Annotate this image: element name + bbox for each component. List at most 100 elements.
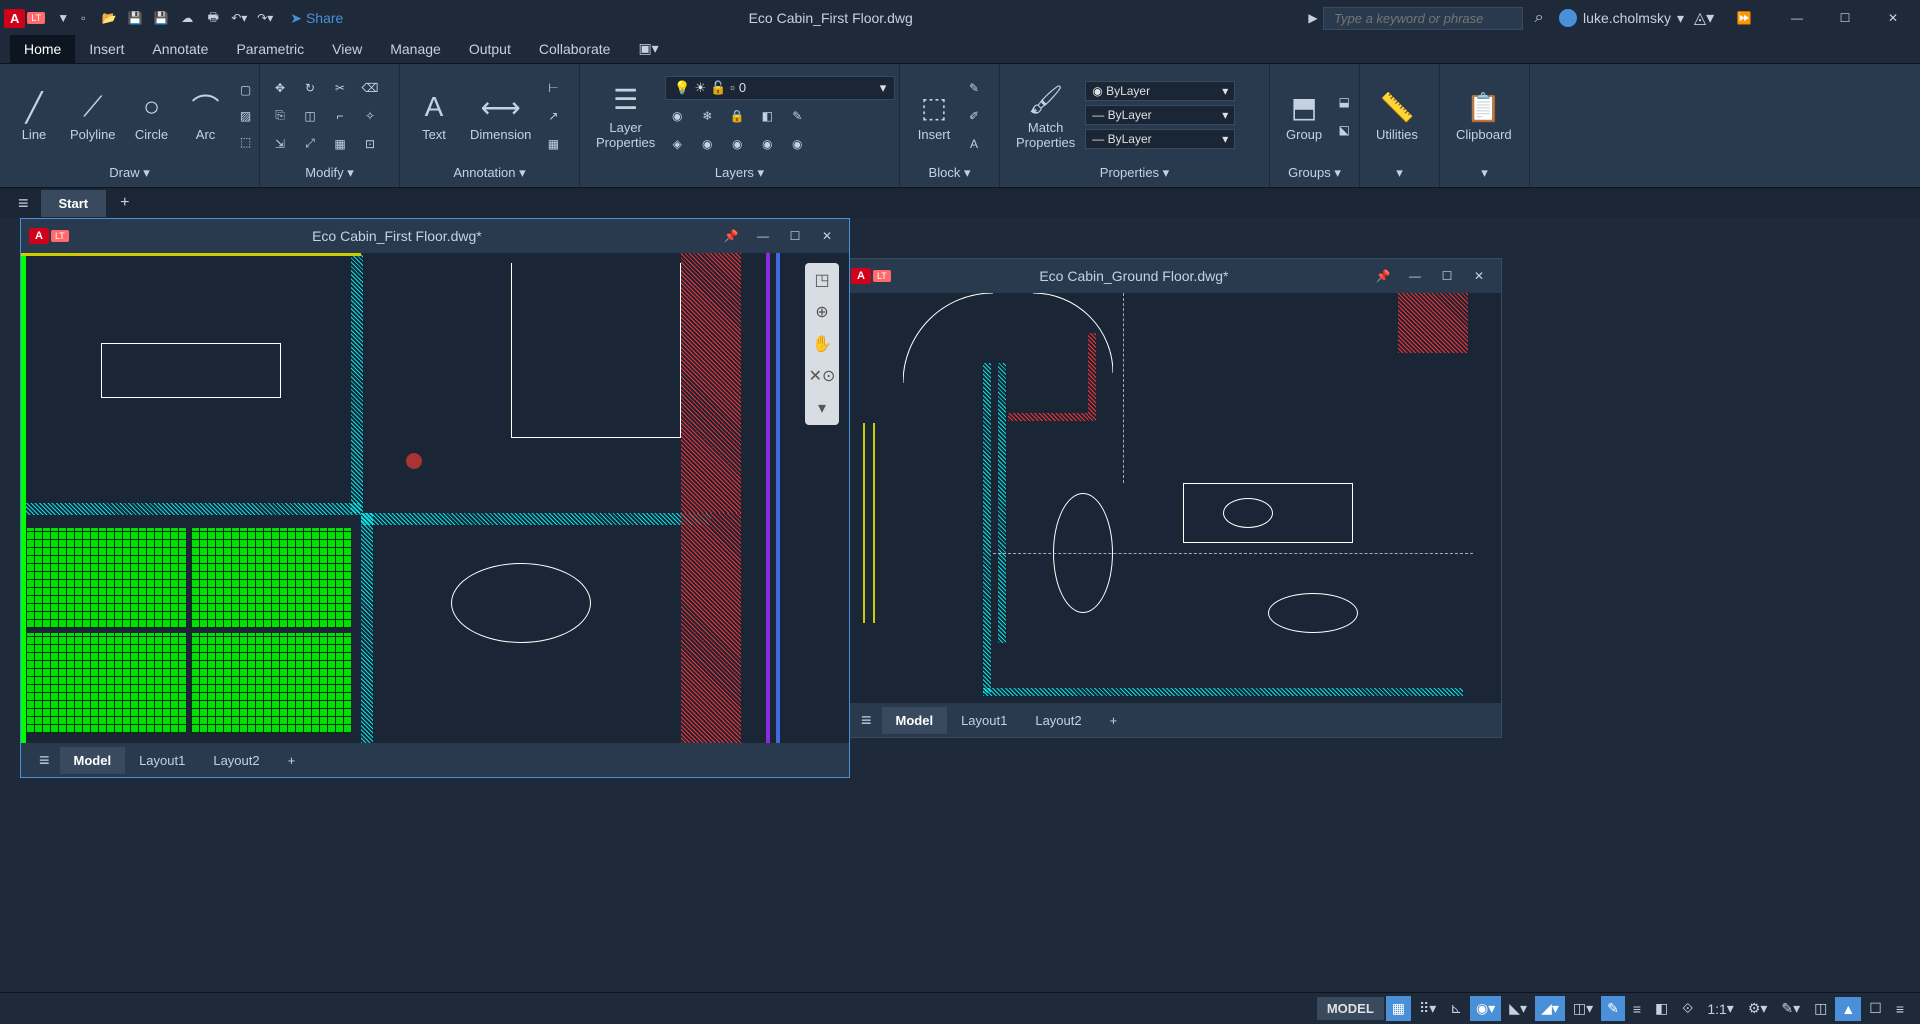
- minimize-icon[interactable]: —: [749, 222, 777, 250]
- customize-icon[interactable]: ≡: [1890, 997, 1910, 1021]
- open-icon[interactable]: 📂: [99, 8, 119, 28]
- rotate-icon[interactable]: ↻: [298, 76, 322, 100]
- color-selector[interactable]: ◉ ByLayer▾: [1085, 81, 1235, 101]
- close-icon[interactable]: ✕: [1465, 262, 1493, 290]
- minimize-icon[interactable]: —: [1401, 262, 1429, 290]
- pan-icon[interactable]: ✋: [809, 331, 835, 357]
- polar-icon[interactable]: ◉▾: [1470, 996, 1501, 1021]
- dyn-input-icon[interactable]: ✎: [1601, 996, 1625, 1021]
- quickprops-icon[interactable]: ◫: [1808, 996, 1833, 1021]
- layer-misc2-icon[interactable]: ◉: [785, 132, 809, 156]
- clean-screen-icon[interactable]: ☐: [1863, 996, 1888, 1021]
- hardware-accel-icon[interactable]: ▲: [1835, 997, 1861, 1021]
- dimension-button[interactable]: ⟷Dimension: [462, 85, 539, 146]
- window-ground-floor[interactable]: A LT Eco Cabin_Ground Floor.dwg* 📌 — ☐ ✕: [842, 258, 1502, 738]
- first-tab-model[interactable]: Model: [60, 747, 126, 774]
- first-tab-layout2[interactable]: Layout2: [199, 747, 273, 774]
- ground-tab-add[interactable]: +: [1096, 707, 1132, 734]
- layer-lock-icon[interactable]: 🔒: [725, 104, 749, 128]
- layer-match-icon[interactable]: ✎: [785, 104, 809, 128]
- model-space-toggle[interactable]: MODEL: [1317, 997, 1384, 1020]
- ground-tab-layout2[interactable]: Layout2: [1021, 707, 1095, 734]
- redo-icon[interactable]: ↷▾: [255, 8, 275, 28]
- ground-tab-model[interactable]: Model: [882, 707, 948, 734]
- new-icon[interactable]: ▫: [73, 8, 93, 28]
- first-canvas[interactable]: ◳ ⊕ ✋ ✕⊙ ▾: [21, 253, 849, 743]
- layer-freeze-icon[interactable]: ❄: [695, 104, 719, 128]
- osnap-icon[interactable]: ◢▾: [1535, 996, 1565, 1021]
- panel-block-title[interactable]: Block ▾: [908, 163, 991, 183]
- table-icon[interactable]: ▦: [541, 132, 565, 156]
- layer-selector[interactable]: 💡 ☀ 🔓 ▫ 0 ▾: [665, 76, 895, 100]
- tab-output[interactable]: Output: [455, 35, 525, 63]
- layout-menu-icon[interactable]: ≡: [29, 750, 60, 771]
- panel-draw-title[interactable]: Draw ▾: [8, 163, 251, 183]
- new-tab-button[interactable]: +: [108, 188, 141, 218]
- edit-block-icon[interactable]: ✐: [962, 104, 986, 128]
- annoscale-icon[interactable]: ⟐: [1676, 996, 1699, 1021]
- grid-icon[interactable]: ▦: [1386, 996, 1411, 1021]
- tab-home[interactable]: Home: [10, 35, 75, 63]
- plot-icon[interactable]: 🖶: [203, 8, 223, 28]
- explode-icon[interactable]: ✧: [358, 104, 382, 128]
- region-icon[interactable]: ⬚: [234, 130, 258, 154]
- ground-titlebar[interactable]: A LT Eco Cabin_Ground Floor.dwg* 📌 — ☐ ✕: [843, 259, 1501, 293]
- tab-parametric[interactable]: Parametric: [222, 35, 318, 63]
- linetype-selector[interactable]: — ByLayer▾: [1085, 129, 1235, 149]
- array-icon[interactable]: ▦: [328, 132, 352, 156]
- panel-annotation-title[interactable]: Annotation ▾: [408, 163, 571, 183]
- first-tab-layout1[interactable]: Layout1: [125, 747, 199, 774]
- arc-button[interactable]: ⌒Arc: [180, 85, 232, 146]
- trim-icon[interactable]: ✂: [328, 76, 352, 100]
- hatch-icon[interactable]: ▨: [234, 104, 258, 128]
- ground-tab-layout1[interactable]: Layout1: [947, 707, 1021, 734]
- gear-icon[interactable]: ⚙▾: [1742, 996, 1774, 1021]
- line-button[interactable]: ╱Line: [8, 85, 60, 146]
- transparency-icon[interactable]: ◧: [1649, 996, 1674, 1021]
- group-button[interactable]: ⬒Group: [1278, 85, 1330, 146]
- orbit-icon[interactable]: ✕⊙: [809, 363, 835, 389]
- ortho-icon[interactable]: ⊾: [1444, 996, 1468, 1021]
- utilities-button[interactable]: 📏Utilities: [1368, 85, 1426, 146]
- panel-utilities-title[interactable]: ▾: [1368, 163, 1431, 183]
- rect-icon[interactable]: ▢: [234, 78, 258, 102]
- polyline-button[interactable]: ⟋Polyline: [62, 85, 124, 146]
- layer-off-icon[interactable]: ◉: [665, 104, 689, 128]
- search-icon[interactable]: ⌕: [1529, 8, 1549, 28]
- pin-icon[interactable]: 📌: [1369, 262, 1397, 290]
- maximize-icon[interactable]: ☐: [781, 222, 809, 250]
- erase-icon[interactable]: ⌫: [358, 76, 382, 100]
- lineweight-selector[interactable]: — ByLayer▾: [1085, 105, 1235, 125]
- first-titlebar[interactable]: A LT Eco Cabin_First Floor.dwg* 📌 — ☐ ✕: [21, 219, 849, 253]
- linear-dim-icon[interactable]: ⊢: [541, 76, 565, 100]
- copy-icon[interactable]: ⎘: [268, 104, 292, 128]
- undo-icon[interactable]: ↶▾: [229, 8, 249, 28]
- maximize-button[interactable]: ☐: [1822, 2, 1868, 34]
- tab-annotate[interactable]: Annotate: [138, 35, 222, 63]
- tab-extra[interactable]: ▣▾: [624, 34, 672, 63]
- ground-canvas[interactable]: [843, 293, 1501, 703]
- leader-icon[interactable]: ↗: [541, 104, 565, 128]
- group-edit-icon[interactable]: ⬕: [1332, 118, 1356, 142]
- text-button[interactable]: AText: [408, 85, 460, 146]
- match-properties-button[interactable]: 🖌Match Properties: [1008, 78, 1083, 154]
- app-menu-dropdown[interactable]: ▼: [53, 8, 73, 28]
- title-play-icon[interactable]: ▶: [1303, 8, 1323, 28]
- stretch-icon[interactable]: ⇲: [268, 132, 292, 156]
- window-first-floor[interactable]: A LT Eco Cabin_First Floor.dwg* 📌 — ☐ ✕: [20, 218, 850, 778]
- panel-clipboard-title[interactable]: ▾: [1448, 163, 1521, 183]
- layer-properties-button[interactable]: ☰Layer Properties: [588, 78, 663, 154]
- units-icon[interactable]: ✎▾: [1775, 996, 1806, 1021]
- move-icon[interactable]: ✥: [268, 76, 292, 100]
- lineweight-icon[interactable]: ≡: [1627, 997, 1647, 1021]
- circle-button[interactable]: ○Circle: [126, 85, 178, 146]
- tab-view[interactable]: View: [318, 35, 376, 63]
- scale-icon[interactable]: ⤢: [298, 132, 322, 156]
- insert-block-button[interactable]: ⬚Insert: [908, 85, 960, 146]
- nav-more-icon[interactable]: ▾: [809, 395, 835, 421]
- layout-menu-icon[interactable]: ≡: [851, 710, 882, 731]
- mirror-icon[interactable]: ◫: [298, 104, 322, 128]
- scale-label[interactable]: 1:1▾: [1701, 996, 1740, 1021]
- tab-insert[interactable]: Insert: [75, 35, 138, 63]
- pin-icon[interactable]: 📌: [717, 222, 745, 250]
